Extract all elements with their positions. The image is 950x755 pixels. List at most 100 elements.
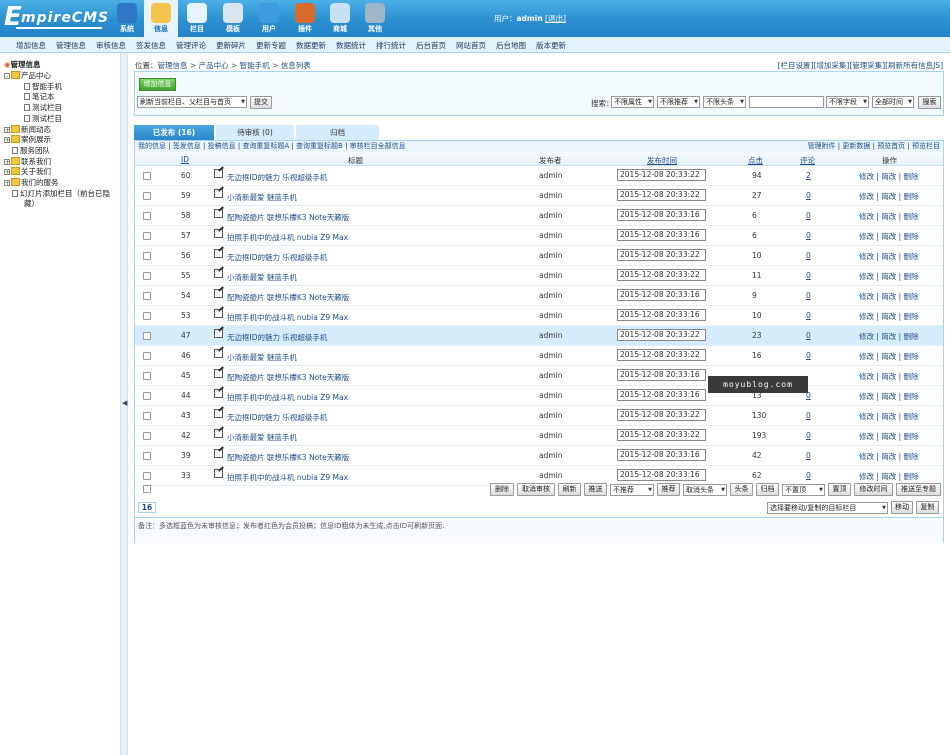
row-ops[interactable]: 修改 | 简改 | 删除 — [859, 271, 919, 282]
table-row[interactable]: 45 配陶瓷振片 联想乐檬K3 Note天籁版 admin 2015-12-08 20… — [135, 366, 943, 386]
tree-item[interactable]: + 关于我们 — [4, 166, 51, 177]
row-time[interactable]: 2015-12-08 20:33:22 — [617, 329, 706, 341]
edit-icon[interactable] — [214, 189, 223, 198]
edit-icon[interactable] — [214, 349, 223, 358]
row-checkbox[interactable] — [143, 232, 151, 240]
row-id[interactable]: 55 — [181, 271, 191, 280]
op-link[interactable]: 管理附件 — [808, 142, 836, 150]
expand-icon[interactable]: + — [4, 137, 10, 144]
table-row[interactable]: 43 无边框ID的魅力 乐视超级手机 admin 2015-12-08 20:33:2… — [135, 406, 943, 426]
row-comments[interactable]: 0 — [806, 291, 811, 300]
row-comments[interactable]: 2 — [806, 171, 811, 180]
row-time[interactable]: 2015-12-08 20:33:16 — [617, 209, 706, 221]
row-checkbox[interactable] — [143, 412, 151, 420]
row-comments[interactable]: 0 — [806, 211, 811, 220]
row-checkbox[interactable] — [143, 212, 151, 220]
row-comments[interactable]: 0 — [806, 411, 811, 420]
row-id[interactable]: 53 — [181, 311, 191, 320]
expand-icon[interactable]: + — [4, 180, 10, 187]
row-checkbox[interactable] — [143, 472, 151, 480]
expand-icon[interactable]: + — [4, 169, 10, 176]
row-comments[interactable]: 0 — [806, 191, 811, 200]
expand-icon[interactable]: + — [4, 126, 10, 133]
tree-item[interactable]: 服务团队 — [4, 145, 50, 156]
subnav-item[interactable]: 更新碎片 — [216, 40, 246, 51]
tree-item[interactable]: 测试栏目 — [24, 102, 62, 113]
row-checkbox[interactable] — [143, 272, 151, 280]
tab-archive[interactable]: 归档 — [296, 125, 379, 140]
row-time[interactable]: 2015-12-08 20:33:22 — [617, 409, 706, 421]
op-link[interactable]: 预览首页 — [877, 142, 905, 150]
subnav-item[interactable]: 数据更新 — [296, 40, 326, 51]
row-title[interactable]: 无边框ID的魅力 乐视超级手机 — [227, 172, 327, 183]
recommend-select[interactable]: 不推荐 — [610, 484, 654, 496]
move-button[interactable]: 移动 — [891, 501, 913, 514]
table-row[interactable]: 39 配陶瓷振片 联想乐檬K3 Note天籁版 admin 2015-12-08 20… — [135, 446, 943, 466]
row-checkbox[interactable] — [143, 352, 151, 360]
edit-icon[interactable] — [214, 409, 223, 418]
row-checkbox[interactable] — [143, 392, 151, 400]
row-title[interactable]: 配陶瓷振片 联想乐檬K3 Note天籁版 — [227, 212, 349, 223]
row-ops[interactable]: 修改 | 简改 | 删除 — [859, 371, 919, 382]
row-checkbox[interactable] — [143, 372, 151, 380]
submit-button[interactable]: 提交 — [250, 96, 272, 109]
row-comments[interactable]: 0 — [806, 471, 811, 480]
field-select[interactable]: 不限字段 — [826, 96, 869, 108]
row-time[interactable]: 2015-12-08 20:33:22 — [617, 249, 706, 261]
tree-item[interactable]: + 新闻动态 — [4, 124, 51, 135]
row-id[interactable]: 54 — [181, 291, 191, 300]
op-link[interactable]: 审核栏目全部信息 — [350, 142, 406, 150]
refresh-button[interactable]: 刷新 — [558, 483, 581, 496]
subnav-item[interactable]: 后台地图 — [496, 40, 526, 51]
row-time[interactable]: 2015-12-08 20:33:22 — [617, 169, 706, 181]
table-row[interactable]: 57 拍照手机中的战斗机 nubia Z9 Max admin 2015-12-08 … — [135, 226, 943, 246]
row-id[interactable]: 45 — [181, 371, 191, 380]
row-comments[interactable]: 0 — [806, 271, 811, 280]
copy-button[interactable]: 复制 — [916, 501, 939, 514]
tree-item[interactable]: 幻灯片添加栏目（前台已隐 — [4, 188, 110, 199]
row-id[interactable]: 44 — [181, 391, 191, 400]
edit-icon[interactable] — [214, 309, 223, 318]
edit-icon[interactable] — [214, 449, 223, 458]
row-ops[interactable]: 修改 | 简改 | 删除 — [859, 311, 919, 322]
subnav-item[interactable]: 后台首页 — [416, 40, 446, 51]
top-link[interactable]: [增加采集] — [813, 61, 849, 70]
edit-icon[interactable] — [214, 229, 223, 238]
row-id[interactable]: 47 — [181, 331, 191, 340]
top-button[interactable]: 置顶 — [828, 483, 851, 496]
row-checkbox[interactable] — [143, 312, 151, 320]
nav-shop[interactable]: 商城 — [323, 0, 357, 37]
row-ops[interactable]: 修改 | 简改 | 删除 — [859, 331, 919, 342]
op-link[interactable]: 投稿信息 — [208, 142, 236, 150]
edit-icon[interactable] — [214, 369, 223, 378]
edit-icon[interactable] — [214, 429, 223, 438]
breadcrumb-link[interactable]: 产品中心 — [199, 61, 229, 70]
row-time[interactable]: 2015-12-08 20:33:16 — [617, 389, 706, 401]
tree-item[interactable]: + 我们的服务 — [4, 177, 59, 188]
row-time[interactable]: 2015-12-08 20:33:16 — [617, 469, 706, 481]
nav-user[interactable]: 用户 — [252, 0, 286, 37]
subnav-item[interactable]: 数据统计 — [336, 40, 366, 51]
search-input[interactable] — [749, 96, 824, 108]
push-button[interactable]: 推送 — [584, 483, 607, 496]
row-title[interactable]: 拍照手机中的战斗机 nubia Z9 Max — [227, 232, 348, 243]
recommend-filter[interactable]: 不限推荐 — [657, 96, 700, 108]
row-ops[interactable]: 修改 | 简改 | 删除 — [859, 191, 919, 202]
recommend-button[interactable]: 推荐 — [657, 483, 680, 496]
tree-item[interactable]: + 案例展示 — [4, 134, 51, 145]
collapse-icon[interactable]: - — [4, 73, 10, 80]
delete-button[interactable]: 删除 — [490, 483, 514, 496]
nav-globe[interactable]: 系统 — [110, 0, 144, 37]
row-id[interactable]: 39 — [181, 451, 191, 460]
archive-button[interactable]: 归档 — [756, 483, 779, 496]
row-title[interactable]: 配陶瓷振片 联想乐檬K3 Note天籁版 — [227, 292, 349, 303]
row-comments[interactable]: 0 — [806, 331, 811, 340]
tree-root[interactable]: ◉管理信息 — [4, 59, 41, 70]
edit-icon[interactable] — [214, 289, 223, 298]
headline-select[interactable]: 取消头条 — [683, 484, 727, 496]
nav-folder[interactable]: 栏目 — [180, 0, 214, 37]
tree-item[interactable]: + 联系我们 — [4, 156, 51, 167]
edit-icon[interactable] — [214, 269, 223, 278]
row-id[interactable]: 43 — [181, 411, 191, 420]
select-all-checkbox[interactable] — [143, 485, 151, 493]
